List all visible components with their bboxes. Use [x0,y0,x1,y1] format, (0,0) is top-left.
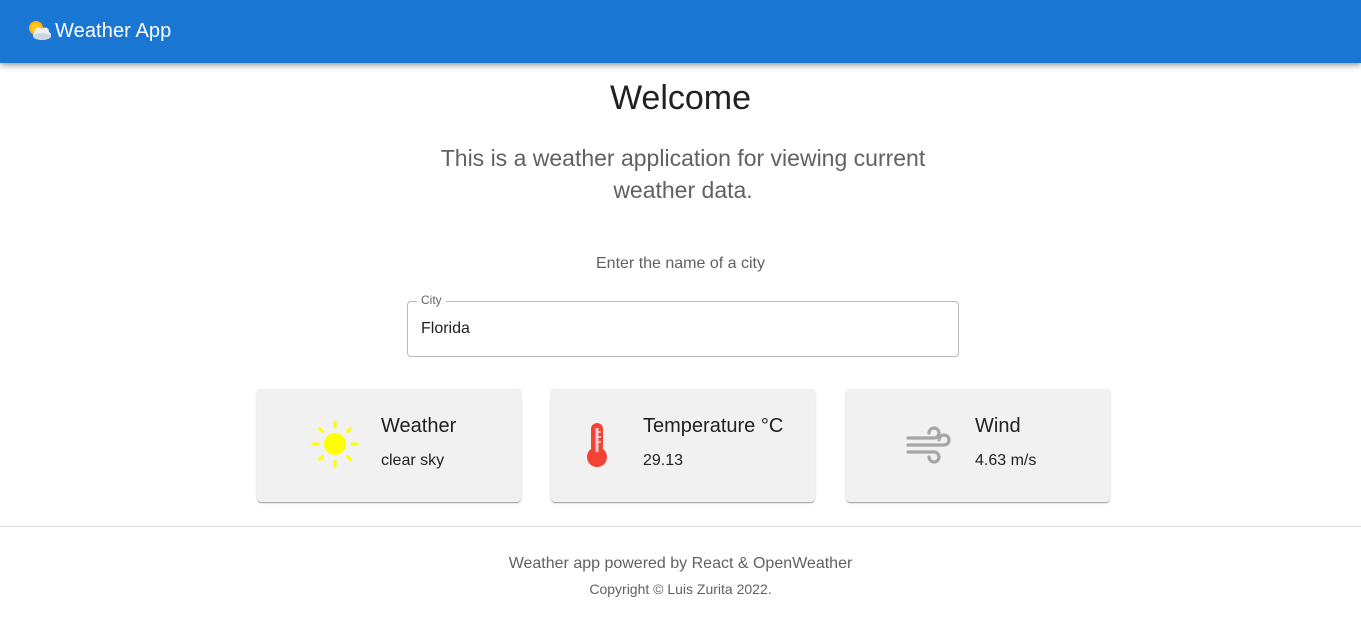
temperature-card-title: Temperature °C [643,415,784,437]
app-title: Weather App [55,20,172,42]
temperature-card: Temperature °C 29.13 [551,389,815,502]
footer-credits: Weather app powered by React & OpenWeath… [508,555,853,572]
city-input[interactable] [421,302,941,356]
wind-card: Wind 4.63 m/s [846,389,1110,502]
sun-icon [310,419,360,469]
thermometer-icon [572,419,622,469]
welcome-heading: Welcome [609,79,752,117]
wind-card-value: 4.63 m/s [975,452,1037,469]
weather-card-value: clear sky [381,452,445,469]
app-description: This is a weather application for viewin… [440,145,926,203]
weather-card-title: Weather [381,415,457,437]
wind-icon [904,419,954,469]
city-prompt: Enter the name of a city [596,255,765,272]
footer-copyright: Copyright © Luis Zurita 2022. [589,581,772,597]
app-bar: Weather App [0,0,1361,63]
temperature-card-value: 29.13 [643,452,684,469]
weather-card: Weather clear sky [257,389,521,502]
city-field[interactable]: City [407,293,959,357]
sun-behind-cloud-icon [26,19,54,43]
wind-card-title: Wind [975,415,1021,437]
footer-divider [0,526,1361,527]
